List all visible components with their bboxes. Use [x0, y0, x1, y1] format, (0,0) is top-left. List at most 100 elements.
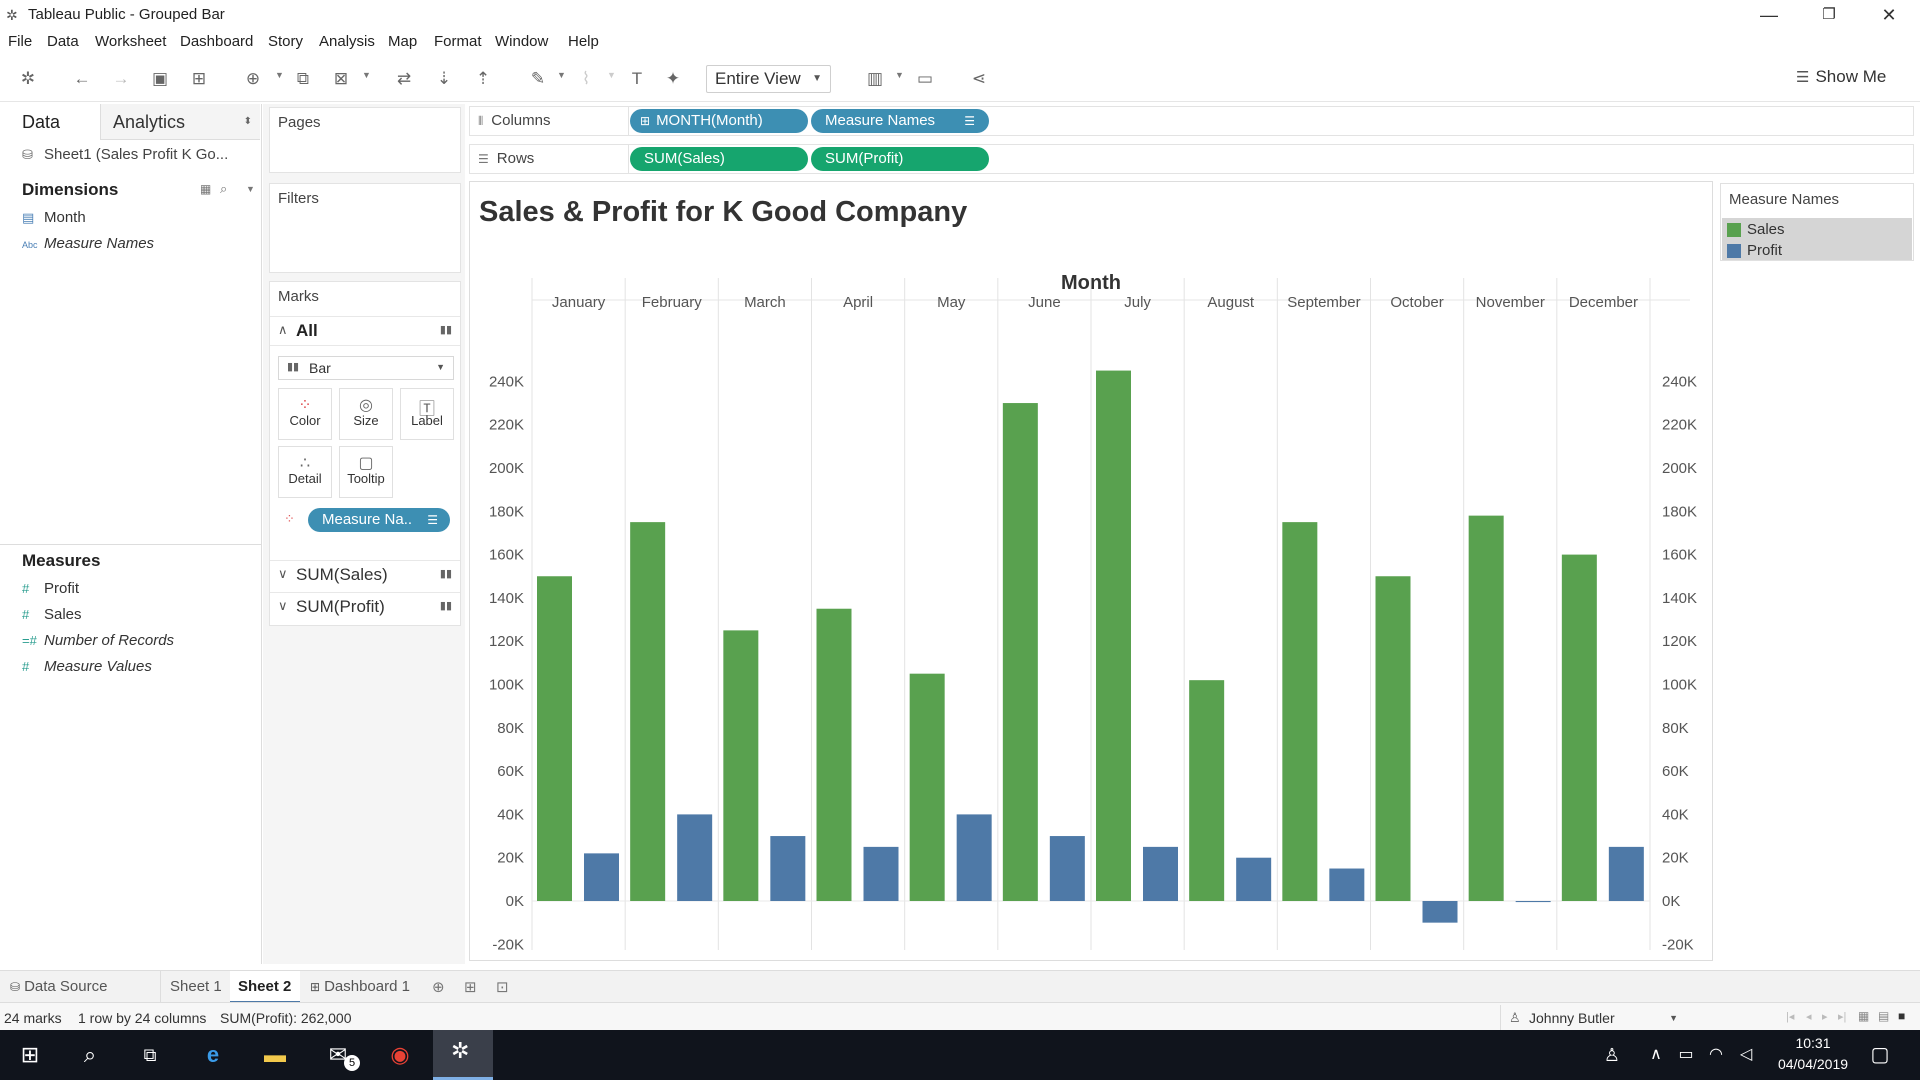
people-icon[interactable]: ♙ — [1592, 1035, 1632, 1075]
bar-sales[interactable] — [1282, 522, 1318, 901]
legend-item-sales[interactable]: Sales — [1727, 220, 1907, 240]
bar-sales[interactable] — [1468, 515, 1504, 901]
chevron-down-icon[interactable]: ▼ — [607, 70, 616, 80]
marks-sales-row[interactable]: ∨ SUM(Sales) ▮▮ — [270, 560, 460, 590]
tableau-taskbar-button[interactable]: ✲ — [433, 1030, 493, 1080]
bar-sales[interactable] — [537, 576, 572, 901]
menu-data[interactable]: Data — [47, 33, 79, 50]
filters-card[interactable]: Filters — [269, 183, 461, 273]
bar-profit[interactable] — [1329, 868, 1365, 901]
bar-profit[interactable] — [1049, 836, 1085, 901]
new-datasource-icon[interactable]: ⊞ — [188, 68, 210, 90]
duplicate-sheet-icon[interactable]: ⧉ — [292, 68, 314, 90]
undo-icon[interactable]: ← — [71, 68, 93, 90]
highlight-icon[interactable]: ✎ — [527, 68, 549, 90]
bar-profit[interactable] — [1608, 846, 1644, 901]
new-worksheet-icon[interactable]: ⊕ — [242, 68, 264, 90]
windows-start-icon[interactable]: ⊞ — [10, 1035, 50, 1075]
sort-ascending-icon[interactable]: ⇣ — [433, 68, 455, 90]
menu-help[interactable]: Help — [568, 33, 599, 50]
pages-card[interactable]: Pages — [269, 107, 461, 173]
new-worksheet-icon[interactable]: ⊕ — [432, 978, 445, 996]
mark-type-select[interactable]: ▮▮ Bar ▼ — [278, 356, 454, 380]
rows-shelf[interactable]: ☰ Rows SUM(Sales) SUM(Profit) — [469, 144, 1914, 174]
marks-all-row[interactable]: ∧ All ▮▮ — [270, 316, 460, 346]
bar-profit[interactable] — [1422, 901, 1458, 923]
columns-shelf[interactable]: ⦀ Columns ⊞ MONTH(Month) Measure Names ☰ — [469, 106, 1914, 136]
menu-story[interactable]: Story — [268, 33, 303, 50]
dimension-month[interactable]: ▤ Month — [22, 209, 86, 226]
chevron-down-icon[interactable]: ▼ — [362, 70, 371, 80]
bar-sales[interactable] — [723, 630, 759, 901]
menu-format[interactable]: Format — [434, 33, 482, 50]
task-view-icon[interactable]: ⧉ — [130, 1035, 170, 1075]
menu-file[interactable]: File — [8, 33, 32, 50]
tab-sheet-1[interactable]: Sheet 1 — [170, 978, 222, 995]
sum-profit-pill[interactable]: SUM(Profit) — [811, 147, 989, 171]
show-cards-icon[interactable]: ▥ — [864, 68, 886, 90]
color-button[interactable]: ⁘ Color — [278, 388, 332, 440]
bar-profit[interactable] — [770, 836, 806, 901]
presentation-icon[interactable]: ▭ — [914, 68, 936, 90]
close-button[interactable]: ✕ — [1860, 0, 1918, 30]
chrome-icon[interactable]: ◉ — [380, 1035, 420, 1075]
legend-item-profit[interactable]: Profit — [1727, 241, 1907, 261]
prev-page-icon[interactable]: ◂ — [1806, 1010, 1812, 1023]
share-icon[interactable]: ⋖ — [968, 68, 990, 90]
size-button[interactable]: ◎ Size — [339, 388, 393, 440]
save-icon[interactable]: ▣ — [149, 68, 171, 90]
tab-dashboard-1[interactable]: ⊞ Dashboard 1 — [310, 978, 410, 995]
view-toggle-icon[interactable]: ▦ — [200, 182, 211, 196]
tableau-home-icon[interactable]: ✲ — [17, 68, 39, 90]
detail-button[interactable]: ∴ Detail — [278, 446, 332, 498]
show-filmstrip-icon[interactable]: ▤ — [1878, 1009, 1889, 1023]
bar-profit[interactable] — [1143, 846, 1178, 901]
sum-sales-pill[interactable]: SUM(Sales) — [630, 147, 808, 171]
new-dashboard-icon[interactable]: ⊞ — [464, 978, 477, 996]
bar-profit[interactable] — [1515, 901, 1551, 903]
dimension-measure-names[interactable]: Abc Measure Names — [22, 235, 154, 252]
bar-profit[interactable] — [584, 853, 619, 901]
labels-icon[interactable]: T — [626, 68, 648, 90]
menu-dashboard[interactable]: Dashboard — [180, 33, 253, 50]
notifications-icon[interactable]: ▢ — [1860, 1035, 1900, 1075]
show-me-button[interactable]: ☰ Show Me — [1796, 67, 1886, 87]
group-icon[interactable]: ⌇ — [575, 68, 597, 90]
search-icon[interactable]: ⌕ — [220, 181, 227, 197]
datasource-item[interactable]: ⛁ Sheet1 (Sales Profit K Go... — [22, 146, 228, 163]
tab-analytics[interactable]: Analytics ⬍ — [100, 104, 260, 140]
measure-sales[interactable]: # Sales — [22, 606, 82, 623]
file-explorer-icon[interactable]: ▬ — [255, 1035, 295, 1075]
show-tabs-icon[interactable]: ■ — [1898, 1009, 1905, 1023]
bar-sales[interactable] — [1189, 680, 1225, 901]
menu-analysis[interactable]: Analysis — [319, 33, 375, 50]
bar-sales[interactable] — [1096, 370, 1131, 901]
tab-data-source[interactable]: ⛁ Data Source — [10, 978, 107, 995]
search-icon[interactable]: ⌕ — [70, 1035, 110, 1075]
bar-sales[interactable] — [1375, 576, 1411, 901]
restore-button[interactable]: ❐ — [1800, 0, 1858, 30]
month-pill[interactable]: ⊞ MONTH(Month) — [630, 109, 808, 133]
redo-icon[interactable]: → — [110, 68, 132, 90]
clock-time[interactable]: 10:31 — [1768, 1035, 1858, 1051]
next-page-icon[interactable]: ▸ — [1822, 1010, 1828, 1023]
menu-window[interactable]: Window — [495, 33, 548, 50]
menu-map[interactable]: Map — [388, 33, 417, 50]
tooltip-button[interactable]: ▢ Tooltip — [339, 446, 393, 498]
bar-profit[interactable] — [956, 814, 992, 901]
edge-browser-icon[interactable]: e — [193, 1035, 233, 1075]
measure-profit[interactable]: # Profit — [22, 580, 79, 597]
bar-profit[interactable] — [863, 846, 899, 901]
chevron-down-icon[interactable]: ▼ — [246, 184, 255, 194]
pin-icon[interactable]: ✦ — [662, 68, 684, 90]
bar-sales[interactable] — [630, 522, 666, 901]
swap-icon[interactable]: ⇄ — [393, 68, 415, 90]
show-sheet-sorter-icon[interactable]: ▦ — [1858, 1009, 1869, 1023]
chevron-down-icon[interactable]: ▼ — [895, 70, 904, 80]
new-story-icon[interactable]: ⊡ — [496, 978, 509, 996]
tab-data[interactable]: Data — [0, 104, 100, 140]
grouped-bar-chart[interactable]: Month -20K -20K0K 0K20K 20K40K 40K60K 60K80K 8… — [470, 260, 1710, 960]
tab-sheet-2[interactable]: Sheet 2 — [238, 978, 291, 995]
chevron-down-icon[interactable]: ▼ — [557, 70, 566, 80]
bar-sales[interactable] — [909, 673, 945, 901]
